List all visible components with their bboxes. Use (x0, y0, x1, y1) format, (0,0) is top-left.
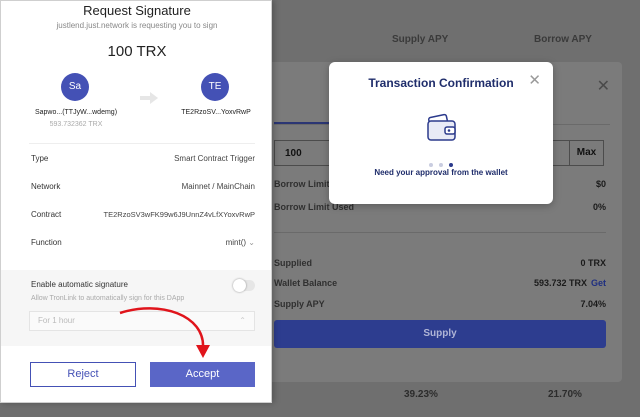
from-avatar: Sa (61, 73, 89, 101)
market-borrow-apy: 21.70% (548, 389, 582, 400)
divider (274, 232, 606, 233)
approval-message: Need your approval from the wallet (374, 168, 508, 177)
tronlink-signature-panel: Request Signature justlend.just.network … (0, 0, 272, 403)
dialog-title: Transaction Confirmation (368, 76, 514, 90)
auto-sign-title: Enable automatic signature (31, 280, 128, 289)
divider (29, 143, 255, 144)
close-icon[interactable]: ✕ (528, 73, 541, 88)
from-account-name: Sapwo...(TTJyW...wdemg) (34, 109, 118, 116)
chevron-down-icon[interactable]: ⌄ (248, 238, 255, 247)
header-borrow-apy: Borrow APY (534, 34, 592, 45)
accept-button[interactable]: Accept (150, 362, 255, 387)
chevron-up-icon: ⌃ (239, 316, 246, 325)
detail-row-contract: Contract TE2RzoSV3wFK99w6J9UnnZ4vLfXYoxv… (31, 210, 255, 219)
from-balance: 593.732362 TRX (49, 121, 103, 128)
auto-sign-section: Enable automatic signature Allow TronLin… (1, 270, 271, 346)
auto-sign-toggle[interactable] (233, 279, 255, 292)
detail-row-type: Type Smart Contract Trigger (31, 154, 255, 163)
supplied-row: Supplied 0 TRX (274, 258, 606, 268)
transaction-amount: 100 TRX (107, 43, 167, 60)
to-address: TE2RzoSV...YoxvRwP (181, 109, 251, 116)
supply-button[interactable]: Supply (274, 320, 606, 348)
transaction-confirmation-dialog: Transaction Confirmation ✕ Need your app… (329, 62, 553, 204)
wallet-balance-row: Wallet Balance 593.732 TRX Get (274, 278, 606, 288)
to-avatar: TE (201, 73, 229, 101)
auto-sign-description: Allow TronLink to automatically sign for… (31, 295, 185, 302)
reject-button[interactable]: Reject (30, 362, 136, 387)
arrow-right-icon (140, 92, 158, 104)
amount-value: 100 (285, 148, 302, 159)
header-supply-apy: Supply APY (392, 34, 449, 45)
detail-row-network: Network Mainnet / MainChain (31, 182, 255, 191)
wallet-balance-value: 593.732 TRX (533, 278, 587, 288)
detail-row-function[interactable]: Function mint() ⌄ (31, 238, 255, 247)
supply-apy-row: Supply APY 7.04% (274, 299, 606, 309)
wallet-icon (427, 113, 456, 141)
auto-sign-period-select[interactable]: For 1 hour ⌃ (29, 311, 255, 331)
market-supply-apy: 39.23% (404, 389, 438, 400)
panel-title: Request Signature (83, 3, 191, 18)
max-button[interactable]: Max (569, 141, 603, 165)
close-icon[interactable]: ✕ (597, 76, 610, 96)
get-link[interactable]: Get (591, 278, 606, 288)
request-origin: justlend.just.network is requesting you … (56, 21, 218, 30)
